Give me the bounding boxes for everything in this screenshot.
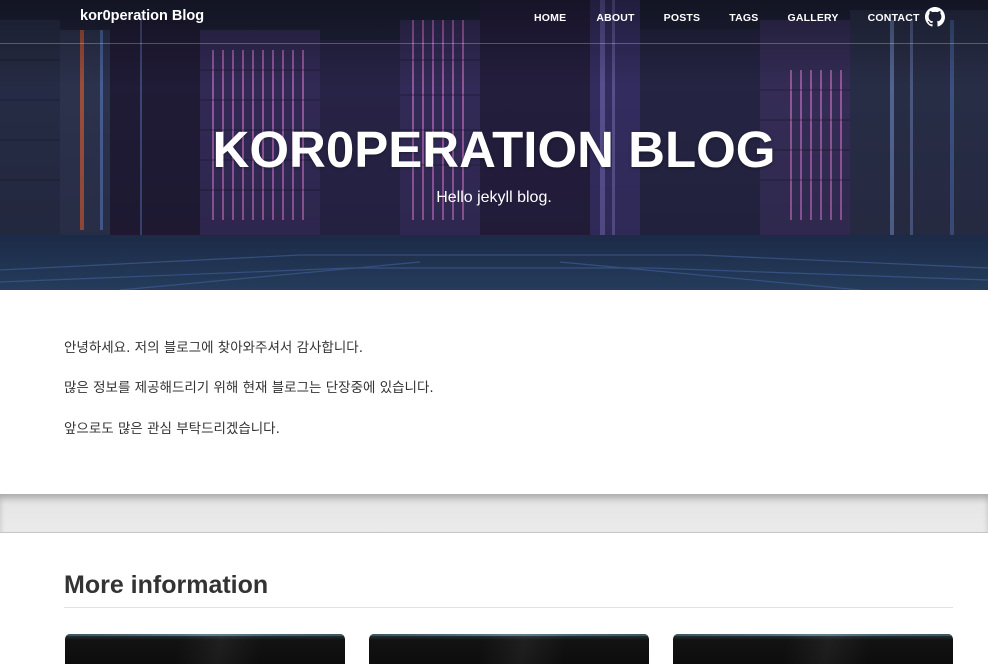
nav-link-posts[interactable]: POSTS xyxy=(664,12,701,24)
more-information-title: More information xyxy=(64,571,269,599)
github-icon[interactable] xyxy=(925,7,945,27)
intro-section: 안녕하세요. 저의 블로그에 찾아와주셔서 감사합니다. 많은 정보를 제공해드… xyxy=(0,290,988,495)
hero-title: KOR0PERATION BLOG xyxy=(212,121,776,178)
nav-link-home[interactable]: HOME xyxy=(534,12,566,24)
site-brand-link[interactable]: kor0peration Blog xyxy=(80,8,204,24)
info-card-1[interactable] xyxy=(65,634,345,664)
section-rule xyxy=(64,607,953,608)
nav-link-contact[interactable]: CONTACT xyxy=(868,12,920,24)
hero-subtitle: Hello jekyll blog. xyxy=(436,189,552,206)
info-card-2[interactable] xyxy=(369,634,649,664)
nav-link-about[interactable]: ABOUT xyxy=(596,12,634,24)
section-divider-band xyxy=(0,494,988,533)
intro-line-2: 많은 정보를 제공해드리기 위해 현재 블로그는 단장중에 있습니다. xyxy=(64,380,434,396)
info-card-3[interactable] xyxy=(673,634,953,664)
nav-link-tags[interactable]: TAGS xyxy=(729,12,758,24)
nav-links: HOME ABOUT POSTS TAGS GALLERY CONTACT xyxy=(534,12,920,24)
nav-link-gallery[interactable]: GALLERY xyxy=(787,12,838,24)
hero-header: kor0peration Blog HOME ABOUT POSTS TAGS … xyxy=(0,0,988,290)
more-information-section: More information xyxy=(0,533,988,664)
intro-line-3: 앞으로도 많은 관심 부탁드리겠습니다. xyxy=(64,421,280,437)
navbar: kor0peration Blog HOME ABOUT POSTS TAGS … xyxy=(0,0,988,44)
intro-line-1: 안녕하세요. 저의 블로그에 찾아와주셔서 감사합니다. xyxy=(64,340,363,356)
